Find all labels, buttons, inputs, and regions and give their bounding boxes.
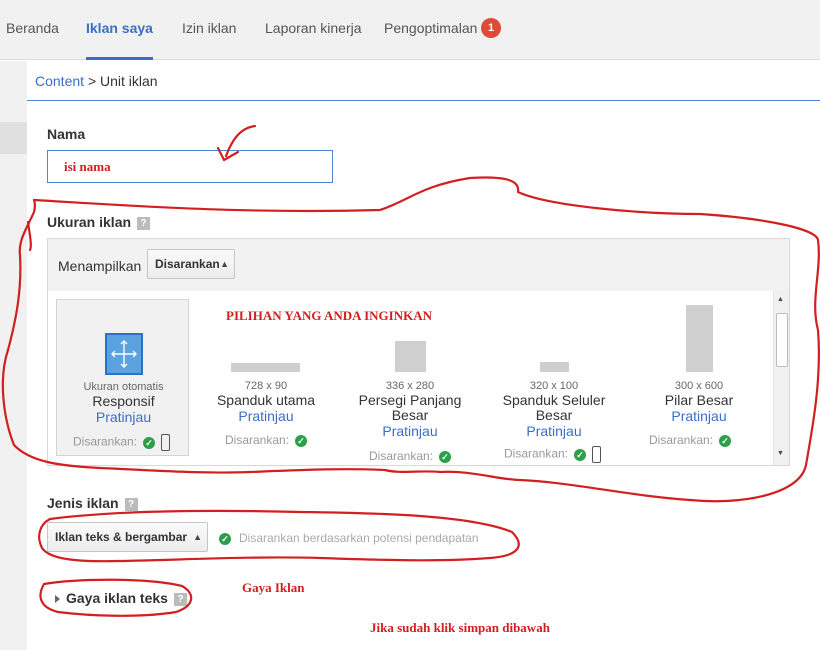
ad-type-label: Jenis iklan? [47,495,138,511]
size-dim: 728 x 90 [244,380,288,392]
size-preview-shape-336x280 [395,341,426,372]
size-preview-link[interactable]: Pratinjau [201,408,331,425]
recommended-text: Disarankan: [369,449,434,463]
check-circle-icon: ✓ [439,450,452,463]
size-card-responsive[interactable]: Ukuran otomatis Responsif Pratinjau Disa… [56,299,189,456]
annotation-choice: PILIHAN YANG ANDA INGINKAN [226,308,432,323]
annotation-style: Gaya Iklan [242,580,305,595]
help-icon[interactable]: ? [124,497,138,511]
responsive-name: Responsif [92,393,155,409]
recommended-text: Disarankan: [649,433,714,447]
check-circle-icon: ✓ [295,434,308,447]
expand-triangle-icon [55,595,60,604]
breadcrumb-separator: > [87,73,97,89]
size-name: Persegi Panjang [358,392,462,408]
recommended-text: Disarankan: [504,446,569,461]
mobile-phone-icon [592,446,602,463]
responsive-small-label: Ukuran otomatis [83,381,164,393]
help-icon[interactable]: ? [137,216,151,230]
ad-size-label: Ukuran iklan? [47,214,151,230]
up-down-arrows-icon: ▲ [220,259,229,269]
size-name-line2: Besar [391,407,429,423]
resize-arrows-icon [105,333,143,375]
sort-select-value: Disarankan [155,257,220,271]
size-name: Spanduk Seluler [502,392,606,408]
ad-type-select[interactable]: Iklan teks & bergambar ▲ [47,522,208,552]
check-circle-icon: ✓ [719,434,732,447]
ad-size-label-text: Ukuran iklan [47,214,132,230]
ad-size-list: Ukuran otomatis Responsif Pratinjau Disa… [48,291,789,465]
up-down-arrows-icon: ▲ [193,532,202,542]
ad-style-toggle[interactable]: Gaya iklan teks? [55,590,187,606]
scrollbar[interactable]: ▲ ▼ [773,291,789,465]
size-dim: 300 x 600 [674,380,724,392]
size-preview-shape-728x90 [231,363,300,372]
ad-type-note: ✓ Disarankan berdasarkan potensi pendapat… [219,531,479,545]
size-dim: 336 x 280 [385,380,435,392]
tab-pengoptimalan[interactable]: Pengoptimalan [384,0,477,60]
tab-beranda[interactable]: Beranda [6,0,59,60]
ad-style-label-text: Gaya iklan teks [66,590,168,606]
help-icon[interactable]: ? [173,592,187,606]
size-name-line2: Besar [535,407,573,423]
size-preview-link[interactable]: Pratinjau [634,408,764,425]
size-option-320x100[interactable]: 320 x 100 Spanduk Seluler Besar Pratinja… [489,379,619,440]
size-dim: 320 x 100 [529,380,579,392]
show-label: Menampilkan [58,258,142,274]
sort-select[interactable]: Disarankan ▲ [147,249,235,279]
name-label: Nama [47,126,86,142]
size-option-336x280[interactable]: 336 x 280 Persegi Panjang Besar Pratinja… [345,379,475,440]
size-preview-shape-320x100 [540,362,569,372]
ad-type-label-text: Jenis iklan [47,495,119,511]
breadcrumb-current: Unit iklan [100,73,158,89]
check-circle-icon: ✓ [219,532,231,545]
recommended-label: Disarankan: ✓ [225,433,308,447]
recommended-label: Disarankan: ✓ [73,434,171,451]
tab-iklan-saya[interactable]: Iklan saya [86,0,153,60]
annotation-save-note: Jika sudah klik simpan dibawah [370,620,550,635]
size-preview-link[interactable]: Pratinjau [489,423,619,440]
ad-type-note-text: Disarankan berdasarkan potensi pendapata… [239,531,479,545]
responsive-preview-link[interactable]: Pratinjau [57,409,190,426]
tab-laporan-kinerja[interactable]: Laporan kinerja [265,0,362,60]
size-name: Pilar Besar [664,392,734,408]
mobile-phone-icon [161,434,171,451]
notification-badge: 1 [481,18,501,38]
breadcrumb-content-link[interactable]: Content [35,73,84,89]
name-input[interactable] [47,150,333,183]
breadcrumb: Content > Unit iklan [27,61,820,101]
scroll-thumb[interactable] [776,313,788,367]
size-option-728x90[interactable]: 728 x 90 Spanduk utama Pratinjau [201,379,331,425]
scroll-up-arrow-icon[interactable]: ▲ [777,296,784,303]
ad-size-panel: Menampilkan Disarankan ▲ Ukuran otomatis… [47,238,790,466]
check-circle-icon: ✓ [143,436,156,449]
ad-type-select-value: Iklan teks & bergambar [55,530,188,544]
size-preview-link[interactable]: Pratinjau [345,423,475,440]
top-navigation-bar: Beranda Iklan saya Izin iklan Laporan ki… [0,0,820,60]
size-name: Spanduk utama [216,392,316,408]
recommended-label: Disarankan: ✓ [504,446,602,463]
recommended-label: Disarankan: ✓ [369,449,452,463]
check-circle-icon: ✓ [574,448,587,461]
scroll-down-arrow-icon[interactable]: ▼ [777,450,784,457]
size-preview-shape-300x600 [686,305,713,372]
size-option-300x600[interactable]: 300 x 600 Pilar Besar Pratinjau [634,379,764,425]
recommended-label: Disarankan: ✓ [649,433,732,447]
left-sidebar-selected-item[interactable] [0,122,27,154]
recommended-text: Disarankan: [225,433,290,447]
recommended-text: Disarankan: [73,434,138,449]
tab-izin-iklan[interactable]: Izin iklan [182,0,236,60]
